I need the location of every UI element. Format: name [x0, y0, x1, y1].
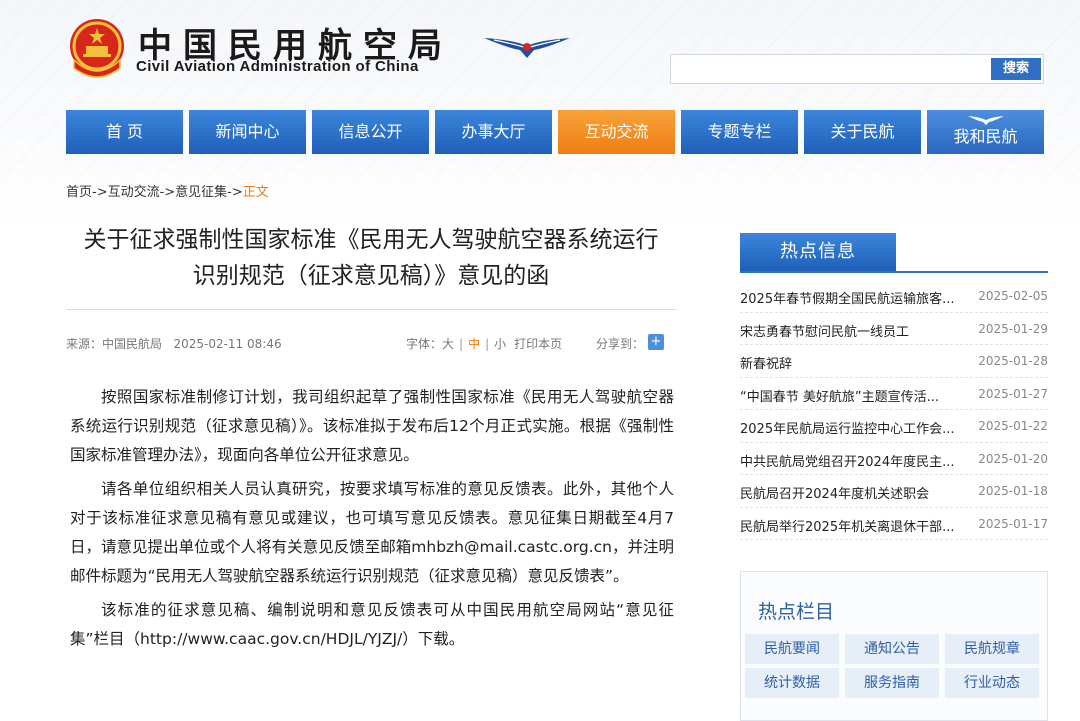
breadcrumb: 首页->互动交流->意见征集->正文: [66, 181, 269, 200]
news-date: 2025-02-05: [978, 289, 1048, 303]
news-title[interactable]: 新春祝辞: [740, 353, 972, 372]
list-item[interactable]: 民航局召开2024年度机关述职会 2025-01-18: [740, 475, 1048, 508]
list-item[interactable]: 2025年春节假期全国民航运输旅客... 2025-02-05: [740, 280, 1048, 313]
article-paragraph: 该标准的征求意见稿、编制说明和意见反馈表可从中国民用航空局网站“意见征集”栏目（…: [70, 601, 674, 648]
news-date: 2025-01-17: [978, 516, 1048, 531]
share-plus-icon[interactable]: +: [648, 334, 664, 350]
article-paragraph: 请各单位组织相关人员认真研究，按要求填写标准的意见反馈表。此外，其他个人对于该标…: [70, 480, 674, 585]
caac-wings-logo-icon: [484, 38, 570, 58]
breadcrumb-path[interactable]: 首页->互动交流->意见征集->: [66, 185, 243, 200]
news-title[interactable]: 2025年民航局运行监控中心工作会...: [740, 418, 972, 437]
article-meta: 来源：中国民航局 2025-02-11 08:46: [66, 337, 282, 351]
list-item[interactable]: 民航局举行2025年机关离退休干部... 2025-01-17: [740, 508, 1048, 540]
print-button[interactable]: 打印本页: [514, 337, 562, 351]
share-label: 分享到：: [596, 337, 645, 351]
nav-special-topics[interactable]: 专题专栏: [681, 110, 798, 154]
font-size-label: 字体：: [406, 337, 443, 351]
list-item[interactable]: 宋志勇春节慰问民航一线员工 2025-01-29: [740, 313, 1048, 345]
column-link-industry-news[interactable]: 行业动态: [945, 668, 1039, 698]
news-date: 2025-01-28: [978, 354, 1048, 368]
font-large-button[interactable]: 大: [442, 337, 454, 351]
nav-me-and-aviation-label: 我和民航: [953, 127, 1018, 146]
article-title-line-1: 关于征求强制性国家标准《民用无人驾驶航空器系统运行: [83, 227, 659, 253]
news-date: 2025-01-22: [978, 419, 1048, 433]
news-date: 2025-01-29: [978, 321, 1048, 336]
national-emblem-icon: [70, 19, 124, 78]
search-button[interactable]: 搜索: [991, 58, 1041, 80]
nav-info-disclosure[interactable]: 信息公开: [312, 110, 429, 154]
news-title[interactable]: “中国春节 美好航旅”主题宣传活...: [740, 386, 972, 405]
search-input[interactable]: [672, 56, 984, 82]
list-item[interactable]: “中国春节 美好航旅”主题宣传活... 2025-01-27: [740, 378, 1048, 410]
font-medium-button[interactable]: 中: [468, 337, 480, 351]
list-item[interactable]: 2025年民航局运行监控中心工作会... 2025-01-22: [740, 410, 1048, 443]
column-link-service-guide[interactable]: 服务指南: [845, 668, 939, 698]
nav-interaction[interactable]: 互动交流: [558, 110, 675, 154]
news-date: 2025-01-18: [978, 484, 1048, 498]
column-link-statistics[interactable]: 统计数据: [745, 668, 839, 698]
wings-icon: [968, 116, 1004, 125]
nav-me-and-aviation[interactable]: 我和民航: [927, 110, 1044, 154]
news-title[interactable]: 民航局举行2025年机关离退休干部...: [740, 516, 972, 535]
news-title[interactable]: 宋志勇春节慰问民航一线员工: [740, 321, 972, 340]
column-link-regulations[interactable]: 民航规章: [945, 634, 1039, 664]
title-divider: [66, 309, 676, 310]
article-tools: 字体：大 | 中 | 小打印本页: [406, 337, 563, 351]
list-item[interactable]: 中共民航局党组召开2024年度民主... 2025-01-20: [740, 443, 1048, 475]
article-body: 按照国家标准制修订计划，我司组织起草了强制性国家标准《民用无人驾驶航空器系统运行…: [70, 383, 674, 659]
news-title[interactable]: 2025年春节假期全国民航运输旅客...: [740, 288, 972, 307]
nav-news-center[interactable]: 新闻中心: [189, 110, 306, 154]
news-title[interactable]: 中共民航局党组召开2024年度民主...: [740, 451, 972, 470]
nav-home[interactable]: 首 页: [66, 110, 183, 154]
hot-info-list: 2025年春节假期全国民航运输旅客... 2025-02-05 宋志勇春节慰问民航…: [740, 280, 1048, 540]
font-small-button[interactable]: 小: [494, 337, 506, 351]
article-title: 关于征求强制性国家标准《民用无人驾驶航空器系统运行 识别规范（征求意见稿）》意见…: [66, 222, 676, 294]
article-title-line-2: 识别规范（征求意见稿）》意见的函: [192, 263, 550, 289]
hot-columns-title: 热点栏目: [758, 601, 835, 623]
nav-service-hall[interactable]: 办事大厅: [435, 110, 552, 154]
list-item[interactable]: 新春祝辞 2025-01-28: [740, 345, 1048, 378]
hot-info-tab: 热点信息: [740, 233, 896, 271]
breadcrumb-current: 正文: [242, 185, 269, 200]
news-title[interactable]: 民航局召开2024年度机关述职会: [740, 483, 972, 502]
news-date: 2025-01-27: [978, 386, 1048, 401]
site-title-en: Civil Aviation Administration of China: [136, 58, 419, 75]
news-date: 2025-01-20: [978, 451, 1048, 466]
column-link-aviation-news[interactable]: 民航要闻: [745, 634, 839, 664]
nav-about[interactable]: 关于民航: [804, 110, 921, 154]
hot-info-divider: [740, 271, 1048, 273]
column-link-notices[interactable]: 通知公告: [845, 634, 939, 664]
article-paragraph: 按照国家标准制修订计划，我司组织起草了强制性国家标准《民用无人驾驶航空器系统运行…: [70, 388, 674, 464]
